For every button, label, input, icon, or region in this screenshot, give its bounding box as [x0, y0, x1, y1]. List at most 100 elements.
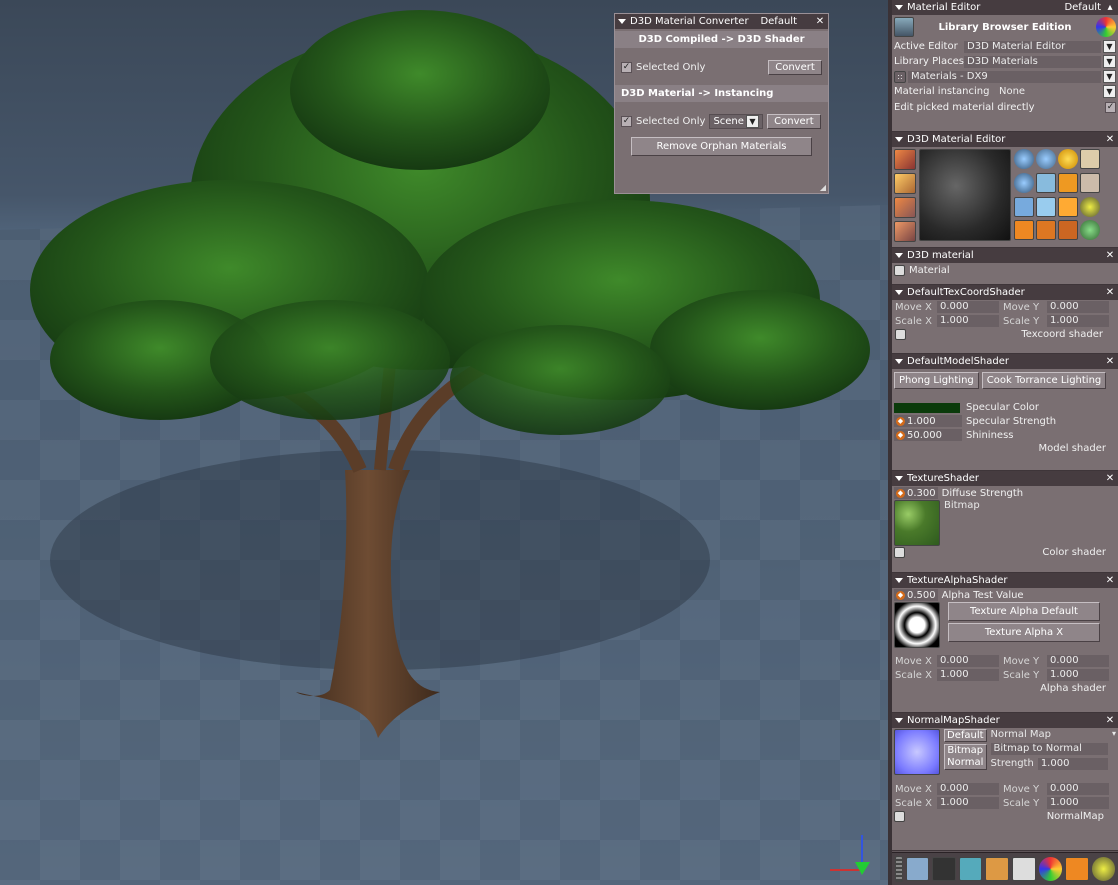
texture-shader-titlebar[interactable]: TextureShader ✕ [892, 471, 1118, 486]
list-icon[interactable] [895, 329, 906, 340]
scale-x-field[interactable]: 1.000 [937, 669, 999, 681]
model-shader-titlebar[interactable]: DefaultModelShader ✕ [892, 354, 1118, 369]
close-icon[interactable]: ✕ [1105, 287, 1115, 298]
checker-sphere-icon[interactable] [1014, 149, 1034, 169]
texture-alpha-x-button[interactable]: Texture Alpha X [948, 623, 1100, 642]
pencil-tool-icon[interactable] [894, 173, 916, 194]
checker-cylinder-icon[interactable] [1036, 196, 1056, 217]
lines-icon[interactable] [1080, 149, 1100, 169]
move-y-field[interactable]: 0.000 [1047, 655, 1109, 667]
specular-color-swatch[interactable] [894, 402, 960, 413]
active-editor-select[interactable]: D3D Material Editor [964, 40, 1101, 53]
list-icon[interactable] [894, 265, 905, 276]
bulb-icon[interactable] [1091, 857, 1116, 881]
dropdown-arrow-icon[interactable]: ▼ [1103, 85, 1116, 98]
checker-floor-icon[interactable] [905, 857, 930, 881]
close-icon[interactable]: ✕ [1105, 473, 1115, 484]
d3d-material-titlebar[interactable]: D3D material ✕ [892, 248, 1118, 263]
collapse-icon[interactable] [895, 290, 903, 295]
library-icon[interactable] [894, 17, 914, 37]
scale-x-field[interactable]: 1.000 [937, 797, 999, 809]
scroll-down-icon[interactable]: ▾ [1112, 729, 1116, 775]
camera-icon[interactable] [985, 857, 1009, 881]
materials-select[interactable]: Materials - DX9 [908, 70, 1101, 83]
brush-tool-icon[interactable] [894, 149, 916, 170]
checker-cone-icon[interactable] [1036, 149, 1056, 169]
shininess-field[interactable]: ◆ 50.000 [894, 429, 962, 441]
checker-plane-icon[interactable] [1036, 172, 1056, 193]
texcoord-titlebar[interactable]: DefaultTexCoordShader ✕ [892, 285, 1118, 300]
close-icon[interactable]: ✕ [1105, 250, 1115, 261]
dropdown-arrow-icon[interactable]: ▼ [1103, 70, 1116, 83]
dropdown-arrow-icon[interactable]: ▼ [1103, 40, 1116, 53]
paint-tool-icon[interactable] [894, 221, 916, 242]
phong-lighting-button[interactable]: Phong Lighting [894, 372, 979, 389]
checker-ball-icon[interactable] [1014, 172, 1034, 193]
palette-icon[interactable] [1096, 17, 1116, 37]
material-preview-sphere[interactable] [919, 149, 1011, 241]
spinner-icon[interactable]: ◆ [896, 430, 905, 440]
gold-box-2-icon[interactable] [1058, 220, 1078, 241]
palette-icon[interactable] [1038, 857, 1063, 881]
spinner-icon[interactable]: ◆ [896, 590, 905, 600]
alpha-shader-titlebar[interactable]: TextureAlphaShader ✕ [892, 573, 1118, 588]
convert-button[interactable]: Convert [768, 60, 822, 75]
move-x-field[interactable]: 0.000 [937, 301, 999, 313]
remove-orphans-button[interactable]: Remove Orphan Materials [631, 137, 812, 156]
close-icon[interactable]: ✕ [1105, 134, 1115, 145]
green-bulb-icon[interactable] [1080, 220, 1100, 241]
instancing-select[interactable]: None [996, 86, 1101, 98]
scale-y-field[interactable]: 1.000 [1047, 669, 1109, 681]
collapse-icon[interactable] [895, 253, 903, 258]
normal-map-thumbnail[interactable] [894, 729, 940, 775]
gold-cube-icon[interactable] [1014, 220, 1034, 241]
radioactive-icon[interactable] [1080, 196, 1100, 217]
scale-y-field[interactable]: 1.000 [1047, 315, 1109, 327]
gold-cylinder-2-icon[interactable] [1058, 196, 1078, 217]
collapse-icon[interactable] [895, 5, 903, 10]
dropdown-arrow-icon[interactable]: ▼ [1103, 55, 1116, 68]
alpha-mask-thumbnail[interactable] [894, 602, 940, 648]
gold-box-icon[interactable] [1036, 220, 1056, 241]
specular-strength-field[interactable]: ◆ 1.000 [894, 415, 962, 427]
scale-x-field[interactable]: 1.000 [937, 315, 999, 327]
cube-icon[interactable] [1065, 857, 1089, 881]
close-icon[interactable]: ✕ [1105, 715, 1115, 726]
texture-alpha-default-button[interactable]: Texture Alpha Default [948, 602, 1100, 621]
strength-field[interactable]: 1.000 [1037, 758, 1108, 770]
d3d-editor-titlebar[interactable]: D3D Material Editor ✕ [892, 132, 1118, 147]
pick-tool-icon[interactable] [894, 197, 916, 218]
move-x-field[interactable]: 0.000 [937, 783, 999, 795]
gold-sphere-icon[interactable] [1058, 149, 1078, 169]
pen-icon[interactable] [1080, 172, 1100, 193]
resize-grip-icon[interactable]: ◢ [820, 183, 826, 192]
cook-torrance-button[interactable]: Cook Torrance Lighting [981, 372, 1107, 389]
alpha-test-field[interactable]: ◆ 0.500 [894, 589, 938, 601]
list-icon[interactable] [894, 811, 905, 822]
collapse-icon[interactable] [618, 19, 626, 24]
render-icon[interactable] [932, 857, 956, 881]
normal-default-button[interactable]: Default [944, 729, 987, 742]
scale-y-field[interactable]: 1.000 [1047, 797, 1109, 809]
spinner-icon[interactable]: ◆ [896, 416, 905, 426]
close-icon[interactable]: ✕ [1105, 356, 1115, 367]
scroll-up-icon[interactable]: ▴ [1105, 2, 1115, 13]
grid-icon[interactable]: :: [894, 70, 906, 83]
close-icon[interactable]: ✕ [1105, 575, 1115, 586]
collapse-icon[interactable] [895, 578, 903, 583]
library-places-select[interactable]: D3D Materials [964, 55, 1101, 68]
edit-picked-checkbox[interactable]: ✓ [1105, 102, 1116, 113]
move-y-field[interactable]: 0.000 [1047, 301, 1109, 313]
monitor-icon[interactable] [958, 857, 983, 881]
convert-instancing-button[interactable]: Convert [766, 114, 821, 129]
selected-only-checkbox[interactable]: ✓ [621, 62, 632, 73]
bitmap-to-normal-field[interactable]: Bitmap to Normal [990, 743, 1108, 755]
converter-preset[interactable]: Default [760, 16, 797, 27]
document-icon[interactable] [1012, 857, 1036, 881]
collapse-icon[interactable] [895, 359, 903, 364]
list-icon[interactable] [894, 547, 905, 558]
gold-cylinder-icon[interactable] [1058, 172, 1078, 193]
bitmap-normal-button[interactable]: Bitmap Normal [944, 744, 987, 770]
selected-only-instancing-checkbox[interactable]: ✓ [621, 116, 632, 127]
collapse-icon[interactable] [895, 137, 903, 142]
